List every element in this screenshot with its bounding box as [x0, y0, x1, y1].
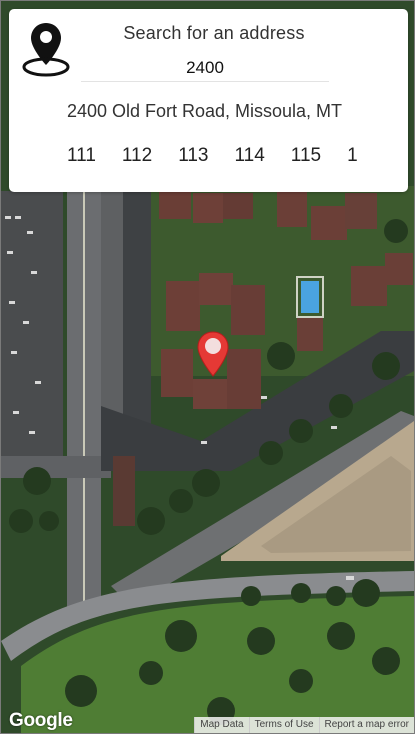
suggestion-number[interactable]: 114	[234, 145, 264, 167]
location-pin-icon	[22, 23, 70, 77]
matched-address[interactable]: 2400 Old Fort Road, Missoula, MT	[9, 101, 400, 122]
suggestion-number[interactable]: 111	[67, 145, 96, 167]
google-logo[interactable]: Google	[9, 710, 73, 732]
app-frame: Search for an address 2400 Old Fort Road…	[0, 0, 415, 734]
report-map-error-link[interactable]: Report a map error	[318, 717, 414, 733]
map-marker-icon[interactable]	[197, 331, 229, 377]
suggestion-number[interactable]: 1	[347, 145, 358, 167]
terms-of-use-link[interactable]: Terms of Use	[248, 717, 319, 733]
suggestion-number[interactable]: 112	[122, 145, 152, 167]
address-search-input[interactable]	[81, 55, 329, 82]
suggestion-number[interactable]: 113	[178, 145, 208, 167]
search-panel: Search for an address 2400 Old Fort Road…	[9, 9, 408, 192]
search-title: Search for an address	[123, 23, 305, 43]
map-data-link[interactable]: Map Data	[194, 717, 249, 733]
map-footer: Map Data Terms of Use Report a map error	[194, 717, 414, 733]
suggestion-number-list: 111 112 113 114 115 1	[67, 145, 397, 171]
suggestion-number[interactable]: 115	[291, 145, 321, 167]
